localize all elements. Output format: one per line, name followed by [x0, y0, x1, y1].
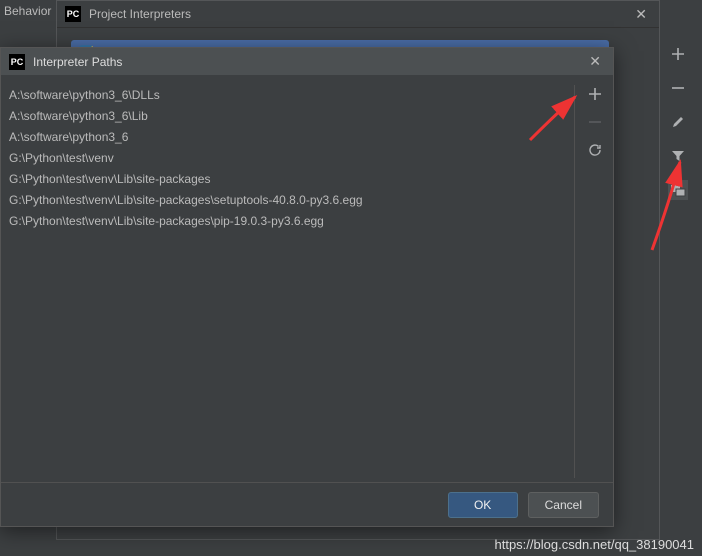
interpreter-paths-dialog: PC Interpreter Paths ✕ A:\software\pytho… — [0, 47, 614, 527]
dialog-body: A:\software\python3_6\DLLs A:\software\p… — [1, 75, 613, 482]
cancel-button[interactable]: Cancel — [528, 492, 599, 518]
add-path-button[interactable] — [586, 85, 604, 103]
path-list[interactable]: A:\software\python3_6\DLLs A:\software\p… — [5, 85, 575, 478]
list-item[interactable]: G:\Python\test\venv\Lib\site-packages — [5, 169, 574, 190]
watermark: https://blog.csdn.net/qq_38190041 — [495, 537, 695, 552]
dialog-title: Interpreter Paths — [33, 55, 585, 69]
list-item[interactable]: A:\software\python3_6 — [5, 127, 574, 148]
remove-interpreter-button[interactable] — [668, 78, 688, 98]
list-item[interactable]: A:\software\python3_6\Lib — [5, 106, 574, 127]
pycharm-icon: PC — [65, 6, 81, 22]
dialog-close-icon[interactable]: ✕ — [585, 53, 605, 70]
right-toolbar — [658, 36, 698, 200]
ok-button[interactable]: OK — [448, 492, 518, 518]
dialog-toolbar — [577, 85, 613, 159]
close-icon[interactable]: ✕ — [631, 6, 651, 23]
dialog-titlebar: PC Interpreter Paths ✕ — [1, 48, 613, 75]
sidebar-label: Behavior — [0, 0, 56, 22]
list-item[interactable]: G:\Python\test\venv — [5, 148, 574, 169]
reload-paths-button[interactable] — [586, 141, 604, 159]
list-item[interactable]: G:\Python\test\venv\Lib\site-packages\se… — [5, 190, 574, 211]
list-item[interactable]: A:\software\python3_6\DLLs — [5, 85, 574, 106]
show-paths-button[interactable] — [668, 180, 688, 200]
add-interpreter-button[interactable] — [668, 44, 688, 64]
filter-icon[interactable] — [668, 146, 688, 166]
parent-titlebar: PC Project Interpreters ✕ — [57, 1, 659, 28]
pycharm-icon: PC — [9, 54, 25, 70]
dialog-footer: OK Cancel — [1, 482, 613, 526]
remove-path-button[interactable] — [586, 113, 604, 131]
parent-title: Project Interpreters — [89, 7, 631, 21]
list-item[interactable]: G:\Python\test\venv\Lib\site-packages\pi… — [5, 211, 574, 232]
edit-interpreter-button[interactable] — [668, 112, 688, 132]
